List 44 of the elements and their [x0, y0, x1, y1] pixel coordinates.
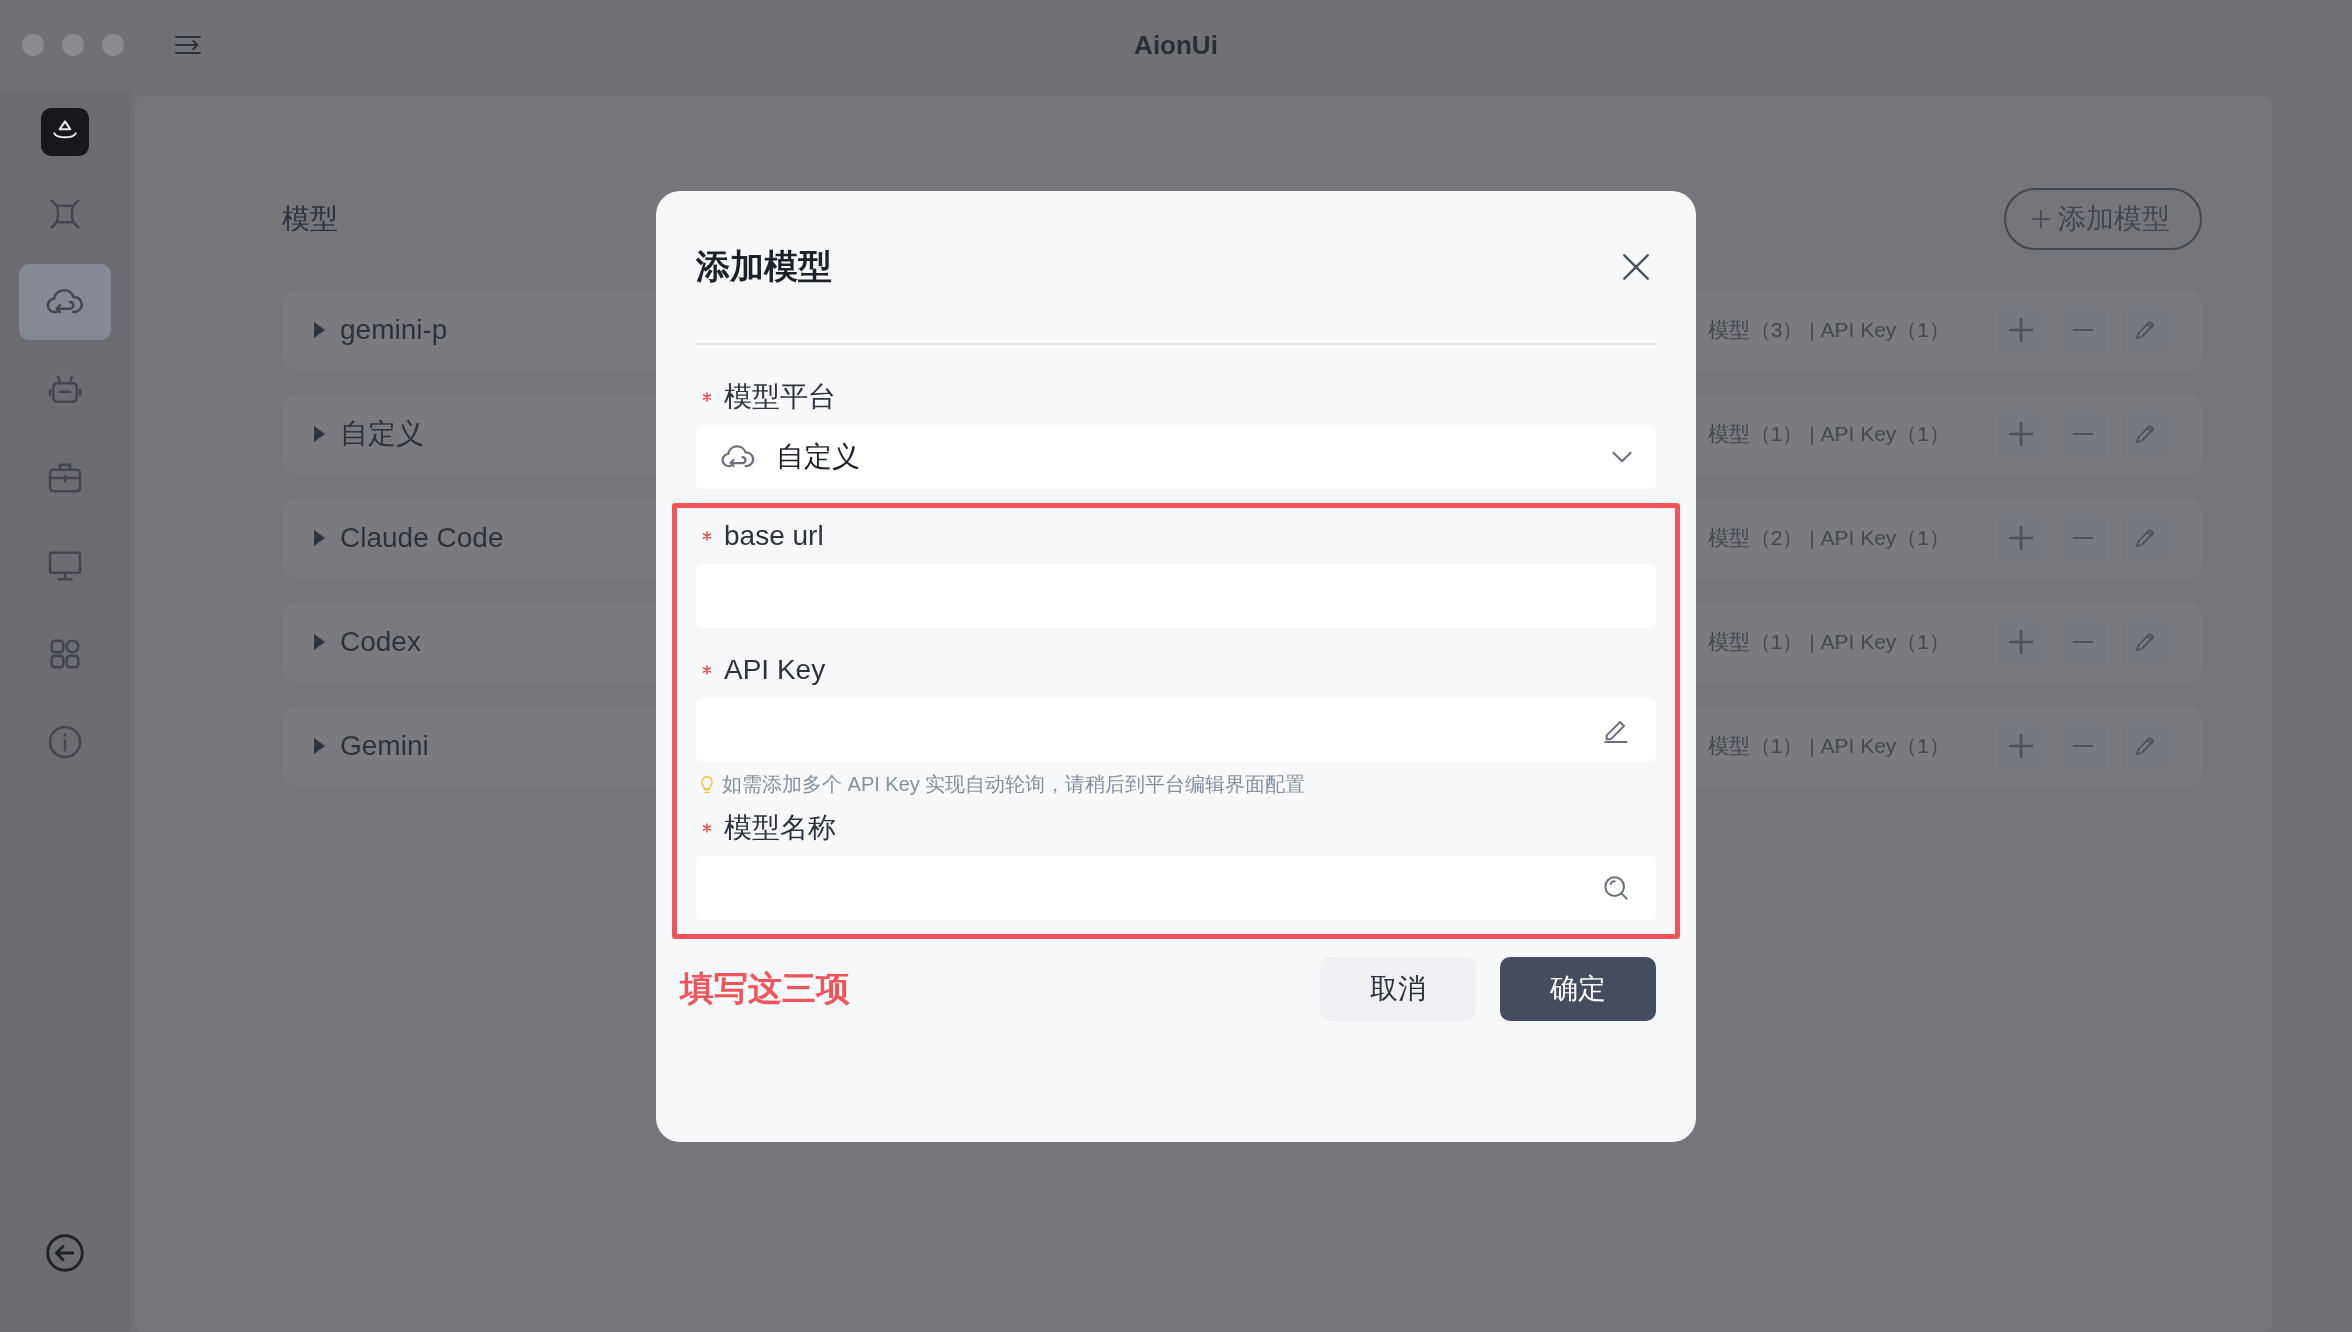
minus-icon [2073, 745, 2093, 747]
provider-name: gemini-p [340, 314, 448, 346]
provider-name: 自定义 [340, 417, 424, 451]
caret-right-icon[interactable] [312, 633, 326, 651]
caret-right-icon[interactable] [312, 425, 326, 443]
window-close-light[interactable] [22, 34, 44, 56]
confirm-button[interactable]: 确定 [1500, 956, 1656, 1021]
field-label: API Key [724, 653, 826, 686]
window-zoom-light[interactable] [102, 34, 124, 56]
field-label: 模型名称 [724, 810, 836, 845]
platform-select[interactable]: 自定义 [696, 424, 1656, 489]
input-field[interactable] [696, 855, 1656, 920]
required-mark-icon [700, 389, 714, 404]
plus-icon [2009, 422, 2033, 446]
caret-right-icon[interactable] [312, 321, 326, 339]
plus-icon [2009, 734, 2033, 758]
plus-icon [2009, 630, 2033, 654]
annotation-text: 填写这三项 [680, 967, 850, 1009]
sidebar-item[interactable] [19, 264, 111, 340]
chevron-down-icon [1612, 450, 1632, 463]
provider-name: Codex [340, 626, 421, 658]
input-field[interactable] [696, 697, 1656, 762]
plus-icon [2009, 318, 2033, 342]
window-title: AionUi [1134, 29, 1218, 61]
minus-icon [2073, 537, 2093, 539]
dialog-title: 添加模型 [696, 245, 832, 287]
hint-text: 如需添加多个 API Key 实现自动轮询，请稍后到平台编辑界面配置 [722, 772, 1306, 797]
provider-name: Gemini [340, 730, 429, 762]
section-title: 模型 [282, 202, 338, 236]
provider-name: Claude Code [340, 522, 504, 554]
cancel-button[interactable]: 取消 [1320, 956, 1476, 1021]
window-minimize-light[interactable] [62, 34, 84, 56]
app-logo[interactable] [41, 108, 89, 156]
required-mark-icon [700, 528, 714, 543]
field-label: base url [724, 519, 824, 552]
required-mark-icon [700, 820, 714, 835]
plus-icon [2009, 526, 2033, 550]
minus-icon [2073, 641, 2093, 643]
caret-right-icon[interactable] [312, 529, 326, 547]
minus-icon [2073, 329, 2093, 331]
field-label: 模型平台 [724, 379, 836, 414]
caret-right-icon[interactable] [312, 737, 326, 755]
required-mark-icon [700, 662, 714, 677]
minus-icon [2073, 433, 2093, 435]
